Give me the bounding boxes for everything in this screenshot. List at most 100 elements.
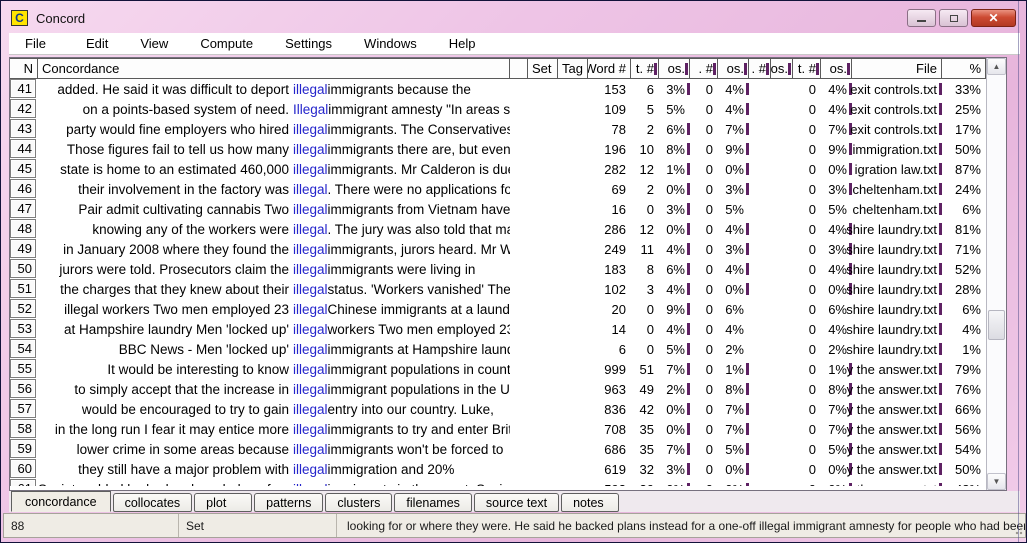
menu-compute[interactable]: Compute — [188, 34, 265, 53]
row-number[interactable]: 53 — [10, 319, 36, 338]
row-number[interactable]: 47 — [10, 199, 36, 218]
header-word-number[interactable]: Word # — [587, 58, 631, 79]
row-number[interactable]: 59 — [10, 439, 36, 458]
header-head-number[interactable]: . # — [748, 58, 771, 79]
concordance-line[interactable]: they still have a major problem withille… — [38, 459, 510, 479]
menu-edit[interactable]: Edit — [74, 34, 120, 53]
table-row[interactable]: 49in January 2008 where they found theil… — [10, 239, 986, 259]
row-number[interactable]: 51 — [10, 279, 36, 298]
concordance-line[interactable]: party would fine employers who hiredille… — [38, 119, 510, 139]
minimize-button[interactable] — [907, 9, 936, 27]
close-button[interactable]: ✕ — [971, 9, 1016, 27]
concordance-line[interactable]: Those figures fail to tell us how manyil… — [38, 139, 510, 159]
row-number[interactable]: 45 — [10, 159, 36, 178]
concordance-line[interactable]: jurors were told. Prosecutors claim thei… — [38, 259, 510, 279]
table-row[interactable]: 42on a points-based system of need.Illeg… — [10, 99, 986, 119]
table-row[interactable]: 48knowing any of the workers wereillegal… — [10, 219, 986, 239]
scroll-up-button[interactable]: ▲ — [987, 58, 1006, 75]
row-number[interactable]: 44 — [10, 139, 36, 158]
tab-concordance[interactable]: concordance — [11, 491, 111, 512]
concordance-line[interactable]: on a points-based system of need.Illegal… — [38, 99, 510, 119]
table-row[interactable]: 52illegal workers Two men employed 23ill… — [10, 299, 986, 319]
concordance-line[interactable]: in January 2008 where they found theille… — [38, 239, 510, 259]
maximize-button[interactable] — [939, 9, 968, 27]
table-row[interactable]: 44Those figures fail to tell us how many… — [10, 139, 986, 159]
table-row[interactable]: 58in the long run I fear it may entice m… — [10, 419, 986, 439]
header-head-pos[interactable]: os. — [770, 58, 793, 79]
table-row[interactable]: 43party would fine employers who hiredil… — [10, 119, 986, 139]
header-percent[interactable]: % — [941, 58, 986, 79]
concordance-line[interactable]: lower crime in some areas becauseillegal… — [38, 439, 510, 459]
row-number[interactable]: 49 — [10, 239, 36, 258]
menu-view[interactable]: View — [128, 34, 180, 53]
table-row[interactable]: 60they still have a major problem withil… — [10, 459, 986, 479]
row-number[interactable]: 57 — [10, 399, 36, 418]
table-row[interactable]: 41added. He said it was difficult to dep… — [10, 79, 986, 99]
concordance-line[interactable]: at Hampshire laundry Men 'locked up'ille… — [38, 319, 510, 339]
table-row[interactable]: 54BBC News - Men 'locked up'illegal immi… — [10, 339, 986, 359]
row-number[interactable]: 42 — [10, 99, 36, 118]
header-para-number[interactable]: . # — [689, 58, 718, 79]
concordance-line[interactable]: illegal workers Two men employed 23illeg… — [38, 299, 510, 319]
table-row[interactable]: 50jurors were told. Prosecutors claim th… — [10, 259, 986, 279]
tab-filenames[interactable]: filenames — [394, 493, 472, 512]
table-row[interactable]: 47Pair admit cultivating cannabis Twoill… — [10, 199, 986, 219]
header-file[interactable]: File — [851, 58, 942, 79]
concordance-line[interactable]: Pair admit cultivating cannabis Twoilleg… — [38, 199, 510, 219]
concordance-line[interactable]: to simply accept that the increase inill… — [38, 379, 510, 399]
header-para-pos[interactable]: os. — [717, 58, 749, 79]
concordance-line[interactable]: BBC News - Men 'locked up'illegal immigr… — [38, 339, 510, 359]
menu-help[interactable]: Help — [437, 34, 488, 53]
table-row[interactable]: 57would be encouraged to try to gainille… — [10, 399, 986, 419]
tab-clusters[interactable]: clusters — [325, 493, 392, 512]
row-number[interactable]: 43 — [10, 119, 36, 138]
header-tag[interactable]: Tag — [557, 58, 588, 79]
concordance-line[interactable]: knowing any of the workers wereillegal. … — [38, 219, 510, 239]
scroll-down-button[interactable]: ▼ — [987, 473, 1006, 490]
row-number[interactable]: 54 — [10, 339, 36, 358]
concordance-line[interactable]: added. He said it was difficult to depor… — [38, 79, 510, 99]
table-row[interactable]: 53at Hampshire laundry Men 'locked up'il… — [10, 319, 986, 339]
tab-plot[interactable]: plot — [194, 493, 252, 512]
tab-patterns[interactable]: patterns — [254, 493, 323, 512]
menu-settings[interactable]: Settings — [273, 34, 344, 53]
tab-collocates[interactable]: collocates — [113, 493, 193, 512]
concordance-line[interactable]: Society added he had no knowledge of any… — [38, 479, 510, 486]
table-row[interactable]: 61Society added he had no knowledge of a… — [10, 479, 986, 486]
concordance-line[interactable]: in the long run I fear it may entice mor… — [38, 419, 510, 439]
row-number[interactable]: 56 — [10, 379, 36, 398]
header-sent-pos[interactable]: os. — [658, 58, 690, 79]
table-row[interactable]: 56to simply accept that the increase ini… — [10, 379, 986, 399]
header-blank[interactable] — [509, 58, 528, 79]
row-number[interactable]: 61 — [10, 479, 36, 486]
table-row[interactable]: 59lower crime in some areas becauseilleg… — [10, 439, 986, 459]
vertical-scrollbar[interactable]: ▲ ▼ — [986, 58, 1006, 490]
concordance-line[interactable]: state is home to an estimated 460,000ill… — [38, 159, 510, 179]
header-sect-number[interactable]: t. # — [792, 58, 821, 79]
header-sent-number[interactable]: t. # — [630, 58, 659, 79]
header-sect-pos[interactable]: os. — [820, 58, 852, 79]
table-row[interactable]: 55It would be interesting to knowillegal… — [10, 359, 986, 379]
concordance-line[interactable]: their involvement in the factory wasille… — [38, 179, 510, 199]
concordance-line[interactable]: the charges that they knew about theiril… — [38, 279, 510, 299]
row-number[interactable]: 52 — [10, 299, 36, 318]
row-number[interactable]: 60 — [10, 459, 36, 478]
menu-file[interactable]: File — [13, 34, 58, 53]
table-row[interactable]: 45state is home to an estimated 460,000i… — [10, 159, 986, 179]
header-set[interactable]: Set — [527, 58, 558, 79]
row-number[interactable]: 41 — [10, 79, 36, 98]
concordance-line[interactable]: It would be interesting to knowillegal i… — [38, 359, 510, 379]
concordance-line[interactable]: would be encouraged to try to gainillega… — [38, 399, 510, 419]
tab-notes[interactable]: notes — [561, 493, 619, 512]
row-number[interactable]: 58 — [10, 419, 36, 438]
header-concordance[interactable]: Concordance — [37, 58, 510, 79]
row-number[interactable]: 46 — [10, 179, 36, 198]
row-number[interactable]: 48 — [10, 219, 36, 238]
resize-grip[interactable] — [1013, 525, 1023, 535]
table-row[interactable]: 46their involvement in the factory wasil… — [10, 179, 986, 199]
header-n[interactable]: N — [10, 58, 38, 79]
row-number[interactable]: 55 — [10, 359, 36, 378]
row-number[interactable]: 50 — [10, 259, 36, 278]
menu-windows[interactable]: Windows — [352, 34, 429, 53]
tab-source-text[interactable]: source text — [474, 493, 559, 512]
